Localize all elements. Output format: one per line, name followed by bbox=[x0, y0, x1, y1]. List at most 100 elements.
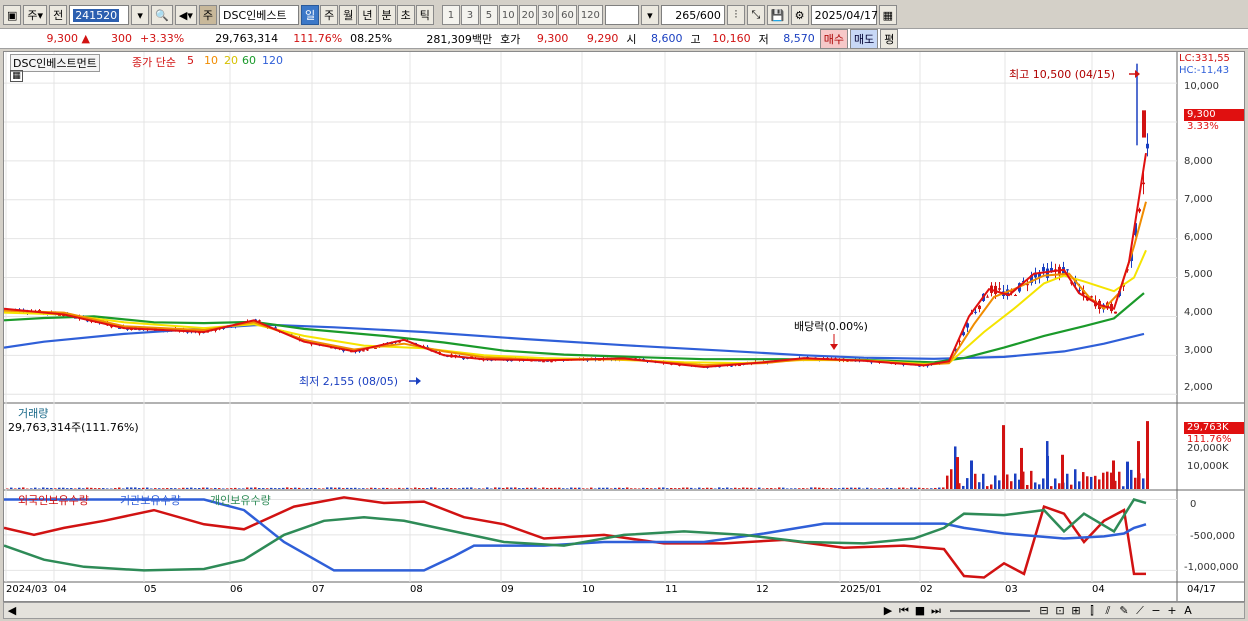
volume-bar bbox=[986, 486, 989, 489]
interval-button-5[interactable]: 5 bbox=[479, 5, 498, 25]
mode-select[interactable]: 주 ▾ bbox=[23, 5, 48, 25]
calendar-icon[interactable]: ▦ bbox=[878, 5, 898, 25]
code-dropdown-icon[interactable]: ▾ bbox=[131, 5, 150, 25]
volume-bar bbox=[1038, 484, 1041, 489]
volume-bar bbox=[374, 487, 377, 489]
search-icon[interactable]: 🔍 bbox=[151, 5, 173, 25]
stop-icon[interactable]: ■ bbox=[912, 603, 928, 619]
interval-button-120[interactable]: 120 bbox=[577, 5, 603, 25]
zoom-in-icon[interactable]: + bbox=[1164, 603, 1180, 619]
volume-bar bbox=[842, 487, 845, 489]
period-tab-4[interactable]: 분 bbox=[377, 5, 396, 25]
period-tab-3[interactable]: 년 bbox=[358, 5, 377, 25]
interval-input[interactable] bbox=[604, 5, 639, 25]
font-size-icon[interactable]: A bbox=[1180, 603, 1196, 619]
sell-button[interactable]: 매도 bbox=[850, 28, 879, 49]
volume-bar bbox=[94, 488, 97, 489]
volume-bar bbox=[838, 488, 841, 489]
grid-toggle-icon[interactable]: ▦ bbox=[10, 70, 23, 82]
volume-bar bbox=[622, 487, 625, 489]
count-field[interactable]: 265/600 bbox=[660, 5, 725, 25]
candle-body bbox=[1146, 143, 1149, 149]
high-price: 10,160 bbox=[712, 32, 751, 45]
volume-bar bbox=[810, 487, 813, 489]
x-label-04-2025: 04 bbox=[1092, 584, 1105, 595]
volume-bar bbox=[558, 487, 561, 489]
zoom-slider[interactable] bbox=[950, 609, 1030, 612]
interval-button-20[interactable]: 20 bbox=[518, 5, 538, 25]
x-label-03: 03 bbox=[1005, 584, 1018, 595]
stock-code-input[interactable]: 241520 bbox=[69, 5, 130, 25]
play-icon[interactable]: ▶ bbox=[880, 603, 896, 619]
volume-bar bbox=[654, 488, 657, 489]
volume-bar bbox=[490, 488, 493, 489]
volume-tick-10000k: 10,000K bbox=[1187, 461, 1229, 472]
stock-code-value: 241520 bbox=[73, 8, 120, 22]
volume-bar bbox=[762, 488, 765, 489]
zoom-out-icon[interactable]: − bbox=[1148, 603, 1164, 619]
candle-body bbox=[1138, 209, 1141, 212]
date-field[interactable]: 2025/04/17 bbox=[810, 5, 878, 25]
layout-icon[interactable]: ▣ bbox=[3, 5, 22, 25]
volume-bar bbox=[534, 487, 537, 489]
hc-label: HC:-11,43 bbox=[1179, 65, 1230, 76]
volume-bar bbox=[570, 487, 573, 489]
volume-bar bbox=[314, 487, 317, 489]
rewind-icon[interactable]: ⏮ bbox=[896, 603, 912, 619]
tool-icon-3[interactable]: ⊞ bbox=[1068, 603, 1084, 619]
volume-bar bbox=[446, 487, 449, 489]
eval-button[interactable]: 평 bbox=[880, 28, 899, 49]
interval-button-10[interactable]: 10 bbox=[498, 5, 518, 25]
tool-icon-2[interactable]: ⊡ bbox=[1052, 603, 1068, 619]
candle-body bbox=[1042, 267, 1045, 272]
draw-line-icon[interactable]: ⤡ bbox=[746, 5, 765, 25]
x-label-09: 09 bbox=[501, 584, 514, 595]
save-icon[interactable]: 💾 bbox=[766, 5, 789, 25]
volume-bar bbox=[1098, 479, 1101, 489]
jeon-button[interactable]: 전 bbox=[49, 5, 68, 25]
period-tab-6[interactable]: 틱 bbox=[415, 5, 434, 25]
volume-bar bbox=[698, 487, 701, 489]
volume-bar bbox=[338, 487, 341, 489]
tool-icon-1[interactable]: ⊟ bbox=[1036, 603, 1052, 619]
tool-icon-4[interactable]: ⫿ bbox=[1084, 603, 1100, 619]
scroll-left-icon[interactable]: ◀ bbox=[4, 603, 20, 619]
count-max: /600 bbox=[696, 8, 721, 22]
change-percent: +3.33% bbox=[140, 32, 185, 45]
tool-icon-7[interactable]: ⟋ bbox=[1132, 603, 1148, 619]
interval-dropdown-icon[interactable]: ▾ bbox=[640, 5, 659, 25]
interval-button-1[interactable]: 1 bbox=[441, 5, 460, 25]
institution-legend: 기관보유수량 bbox=[120, 494, 181, 507]
ma10-legend: 10 bbox=[204, 54, 218, 67]
candle-body bbox=[998, 288, 1001, 290]
horizontal-scrollbar[interactable] bbox=[20, 606, 880, 616]
buy-button[interactable]: 매수 bbox=[819, 28, 848, 49]
period-tab-1[interactable]: 주 bbox=[320, 5, 339, 25]
gear-icon[interactable]: ⚙ bbox=[790, 5, 809, 25]
interval-button-3[interactable]: 3 bbox=[460, 5, 479, 25]
volume-bar bbox=[82, 488, 85, 489]
tool-icon-6[interactable]: ✎ bbox=[1116, 603, 1132, 619]
tool-icon-5[interactable]: ⫽ bbox=[1100, 603, 1116, 619]
volume-bar bbox=[778, 487, 781, 489]
interval-button-30[interactable]: 30 bbox=[538, 5, 558, 25]
volume-bar bbox=[50, 487, 53, 489]
volume-bar bbox=[770, 488, 773, 489]
x-label-06: 06 bbox=[230, 584, 243, 595]
volume-bar bbox=[946, 475, 949, 489]
volume-bar bbox=[598, 487, 601, 489]
volume-bar bbox=[818, 487, 821, 489]
volume-bar bbox=[906, 488, 909, 489]
period-tab-2[interactable]: 월 bbox=[339, 5, 358, 25]
volume-bar bbox=[554, 487, 557, 489]
candle-icon[interactable]: ⫶ bbox=[726, 5, 745, 25]
period-tab-5[interactable]: 초 bbox=[396, 5, 415, 25]
chart-area[interactable]: DSC인베스트먼트 종가 단순 5 10 20 60 120 ▦ LC:331,… bbox=[3, 51, 1245, 602]
fast-forward-icon[interactable]: ⏭ bbox=[928, 603, 944, 619]
x-label-2024-03: 2024/03 bbox=[6, 584, 48, 595]
speaker-icon[interactable]: ◀▾ bbox=[174, 5, 197, 25]
volume-bar bbox=[306, 487, 309, 489]
volume-bar bbox=[186, 487, 189, 489]
interval-button-60[interactable]: 60 bbox=[558, 5, 577, 25]
period-tab-0[interactable]: 일 bbox=[301, 5, 320, 25]
